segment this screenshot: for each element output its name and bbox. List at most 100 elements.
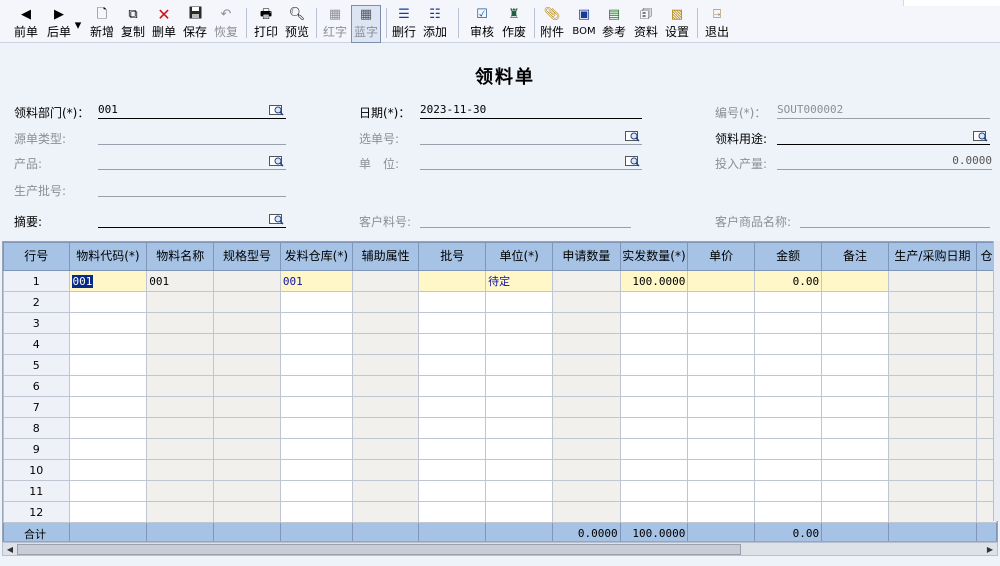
column-header[interactable]: 备注 (821, 242, 889, 271)
grid-cell[interactable] (754, 438, 823, 460)
grid-cell[interactable] (821, 459, 889, 481)
customer-name-field[interactable] (800, 212, 990, 228)
grid-cell[interactable] (754, 459, 823, 481)
grid-cell[interactable] (68, 480, 148, 502)
grid-cell[interactable] (754, 291, 823, 313)
grid-cell[interactable] (754, 375, 823, 397)
print-button[interactable]: 🖶 打印 (252, 6, 280, 42)
date-field[interactable]: 2023-11-30 (420, 103, 642, 119)
column-header[interactable]: 行号 (3, 242, 70, 271)
exit-button[interactable]: ⍈ 退出 (703, 6, 731, 42)
grid-cell[interactable] (68, 375, 148, 397)
grid-cell[interactable] (619, 354, 689, 376)
grid-cell[interactable] (619, 396, 689, 418)
column-header[interactable]: 批号 (418, 242, 487, 271)
note-cell[interactable] (821, 270, 889, 292)
table-row[interactable]: 11 (3, 480, 997, 502)
copy-button[interactable]: ⧉ 复制 (119, 6, 147, 42)
grid-cell[interactable] (68, 501, 148, 523)
grid-cell[interactable] (619, 501, 689, 523)
grid-cell[interactable] (687, 312, 756, 334)
lookup-icon[interactable] (625, 129, 641, 143)
grid-cell[interactable] (68, 417, 148, 439)
new-button[interactable]: 🗋 新增 (88, 6, 116, 42)
save-button[interactable]: 保存 (181, 6, 209, 42)
grid-cell[interactable] (279, 333, 353, 355)
dept-field[interactable]: 001 (98, 103, 286, 119)
grid-cell[interactable] (485, 417, 554, 439)
grid-cell[interactable] (485, 438, 554, 460)
grid-cell[interactable] (418, 501, 487, 523)
grid-cell[interactable] (821, 312, 889, 334)
select-no-field[interactable] (420, 129, 642, 145)
blue-entry-button[interactable]: ▦ 蓝字 (351, 5, 381, 43)
grid-cell[interactable] (821, 396, 889, 418)
grid-cell[interactable] (619, 417, 689, 439)
column-header[interactable]: 物料代码(*) (68, 242, 148, 271)
grid-cell[interactable] (821, 417, 889, 439)
grid-cell[interactable] (418, 291, 487, 313)
scroll-left-icon[interactable]: ◀ (4, 544, 16, 555)
table-row[interactable]: 6 (3, 375, 997, 397)
grid-cell[interactable] (418, 396, 487, 418)
grid-cell[interactable] (687, 459, 756, 481)
grid-cell[interactable] (68, 291, 148, 313)
grid-cell[interactable] (279, 396, 353, 418)
grid-cell[interactable] (279, 354, 353, 376)
delete-button[interactable]: ✕ 删单 (150, 6, 178, 42)
table-row[interactable]: 8 (3, 417, 997, 439)
grid-cell[interactable] (754, 396, 823, 418)
purpose-field[interactable] (777, 129, 990, 145)
add-row-button[interactable]: ☷ 添加 (421, 6, 449, 42)
lookup-icon[interactable] (269, 212, 285, 226)
grid-cell[interactable] (279, 438, 353, 460)
column-header[interactable]: 单价 (687, 242, 756, 271)
void-button[interactable]: ♜ 作废 (500, 6, 528, 42)
grid-cell[interactable] (754, 312, 823, 334)
grid-cell[interactable] (485, 375, 554, 397)
grid-cell[interactable] (619, 312, 689, 334)
vertical-scrollbar[interactable] (993, 241, 1000, 521)
grid-cell[interactable] (687, 333, 756, 355)
bom-button[interactable]: ▣ BOM (570, 6, 598, 42)
grid-cell[interactable] (687, 396, 756, 418)
grid-cell[interactable] (687, 291, 756, 313)
grid-cell[interactable] (418, 438, 487, 460)
grid-cell[interactable] (821, 333, 889, 355)
grid-cell[interactable] (68, 333, 148, 355)
grid-cell[interactable] (485, 333, 554, 355)
restore-button[interactable]: ↶ 恢复 (212, 6, 240, 42)
table-row[interactable]: 2 (3, 291, 997, 313)
actual-qty-cell[interactable]: 100.0000 (619, 270, 689, 292)
grid-cell[interactable] (485, 354, 554, 376)
column-header[interactable]: 生产/采购日期 (887, 242, 978, 271)
lookup-icon[interactable] (269, 103, 285, 117)
grid-cell[interactable] (687, 354, 756, 376)
grid-cell[interactable] (418, 354, 487, 376)
grid-cell[interactable] (418, 417, 487, 439)
grid-cell[interactable] (754, 333, 823, 355)
customer-code-field[interactable] (420, 212, 631, 228)
next-button[interactable]: ▶ 后单 (44, 6, 74, 42)
grid-cell[interactable] (821, 291, 889, 313)
prev-button[interactable]: ◀ 前单 (12, 6, 40, 42)
grid-cell[interactable] (754, 480, 823, 502)
grid-cell[interactable] (619, 291, 689, 313)
settings-button[interactable]: ▧ 设置 (663, 6, 691, 42)
column-header[interactable]: 申请数量 (552, 242, 621, 271)
grid-cell[interactable] (485, 312, 554, 334)
lookup-icon[interactable] (625, 154, 641, 168)
product-field[interactable] (98, 154, 286, 170)
price-cell[interactable] (687, 270, 756, 292)
grid-cell[interactable] (754, 354, 823, 376)
unit-field[interactable] (420, 154, 642, 170)
grid-cell[interactable] (821, 438, 889, 460)
table-row[interactable]: 5 (3, 354, 997, 376)
table-row[interactable]: 10 (3, 459, 997, 481)
table-row[interactable]: 3 (3, 312, 997, 334)
column-header[interactable]: 发料仓库(*) (279, 242, 353, 271)
delete-row-button[interactable]: ☰ 删行 (390, 6, 418, 42)
grid-cell[interactable] (279, 459, 353, 481)
unit-cell[interactable]: 待定 (485, 270, 554, 292)
batch-cell[interactable] (418, 270, 487, 292)
